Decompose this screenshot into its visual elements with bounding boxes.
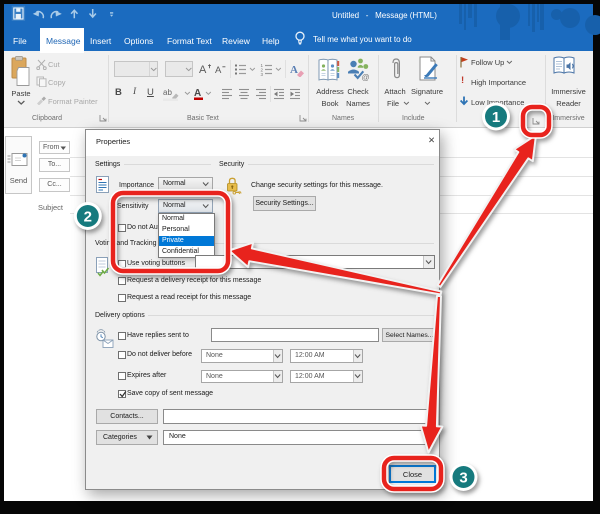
svg-text:1: 1 bbox=[492, 109, 500, 126]
svg-text:2: 2 bbox=[84, 209, 92, 226]
svg-text:3: 3 bbox=[459, 470, 467, 487]
